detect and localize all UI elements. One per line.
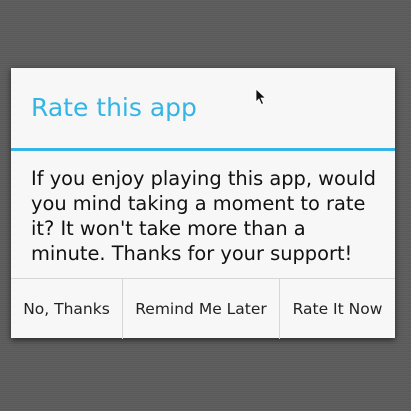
title-divider	[11, 148, 395, 151]
no-thanks-button[interactable]: No, Thanks	[11, 279, 122, 339]
remind-me-later-button[interactable]: Remind Me Later	[122, 279, 279, 339]
rate-app-dialog: Rate this app If you enjoy playing this …	[11, 68, 395, 339]
mouse-pointer-icon	[255, 88, 267, 106]
dialog-button-bar: No, Thanks Remind Me Later Rate It Now	[11, 278, 395, 339]
dialog-title: Rate this app	[31, 93, 197, 122]
rate-it-now-button[interactable]: Rate It Now	[279, 279, 395, 339]
dialog-message: If you enjoy playing this app, would you…	[31, 167, 376, 265]
